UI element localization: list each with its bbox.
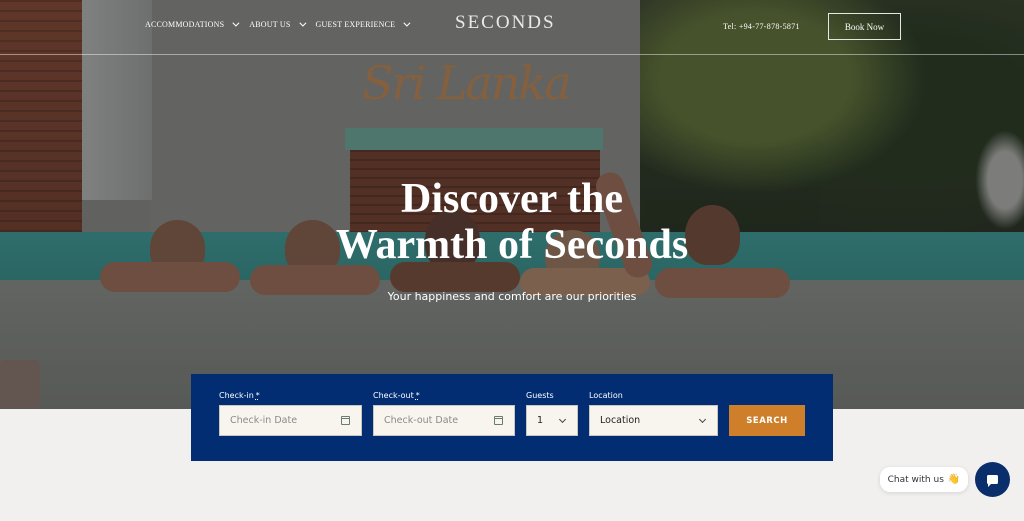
location-value: Location xyxy=(600,415,641,426)
guests-value: 1 xyxy=(537,415,544,426)
checkout-label-text: Check-out xyxy=(373,391,414,400)
guests-label: Guests xyxy=(526,391,554,400)
checkout-placeholder: Check-out Date xyxy=(384,415,459,426)
required-mark: * xyxy=(255,391,260,400)
checkin-date-input[interactable]: Check-in Date xyxy=(219,405,362,436)
hero-title-line2: Warmth of Seconds xyxy=(335,222,689,268)
location-label: Location xyxy=(589,391,623,400)
required-mark: * xyxy=(415,391,420,400)
waving-hand-icon: 👋 xyxy=(947,474,961,485)
chevron-down-icon xyxy=(232,19,240,27)
book-now-button[interactable]: Book Now xyxy=(828,13,901,40)
site-header: ACCOMMODATIONS ABOUT US GUEST EXPERIENCE… xyxy=(0,0,1024,55)
nav-item-label: ACCOMMODATIONS xyxy=(145,20,225,29)
chevron-down-icon xyxy=(298,19,306,27)
chat-icon xyxy=(987,475,998,487)
booking-form: Check-in * Check-in Date Check-out * Check… xyxy=(191,374,833,461)
hero-subtitle: Your happiness and comfort are our prior… xyxy=(387,290,637,303)
guests-select[interactable]: 1 xyxy=(526,405,578,436)
nav-item-accommodations[interactable]: ACCOMMODATIONS xyxy=(145,19,240,29)
checkout-label: Check-out * xyxy=(373,391,420,400)
phone-number[interactable]: Tel: +94-77-878-5871 xyxy=(723,22,800,31)
nav-item-guest-experience[interactable]: GUEST EXPERIENCE xyxy=(315,19,411,29)
checkin-placeholder: Check-in Date xyxy=(230,415,298,426)
search-button[interactable]: SEARCH xyxy=(729,405,805,436)
calendar-icon[interactable] xyxy=(341,416,350,425)
chevron-down-icon xyxy=(403,19,411,27)
nav-item-about-us[interactable]: ABOUT US xyxy=(249,19,306,29)
checkin-label: Check-in * xyxy=(219,391,260,400)
chat-bubble-label: Chat with us xyxy=(887,474,944,485)
chat-with-us-bubble[interactable]: Chat with us 👋 xyxy=(880,467,968,492)
checkout-date-input[interactable]: Check-out Date xyxy=(373,405,515,436)
hero-title: Discover the Warmth of Seconds xyxy=(0,176,1024,268)
calendar-icon[interactable] xyxy=(494,416,503,425)
nav-item-label: ABOUT US xyxy=(249,20,291,29)
main-nav: ACCOMMODATIONS ABOUT US GUEST EXPERIENCE xyxy=(145,19,411,29)
location-select[interactable]: Location xyxy=(589,405,718,436)
chat-launcher-button[interactable] xyxy=(975,462,1010,497)
chevron-down-icon xyxy=(698,415,707,424)
checkin-label-text: Check-in xyxy=(219,391,254,400)
site-logo[interactable]: SECONDS xyxy=(455,12,556,34)
nav-item-label: GUEST EXPERIENCE xyxy=(315,20,396,29)
hero-title-line1: Discover the xyxy=(401,176,623,222)
chevron-down-icon xyxy=(558,415,567,424)
